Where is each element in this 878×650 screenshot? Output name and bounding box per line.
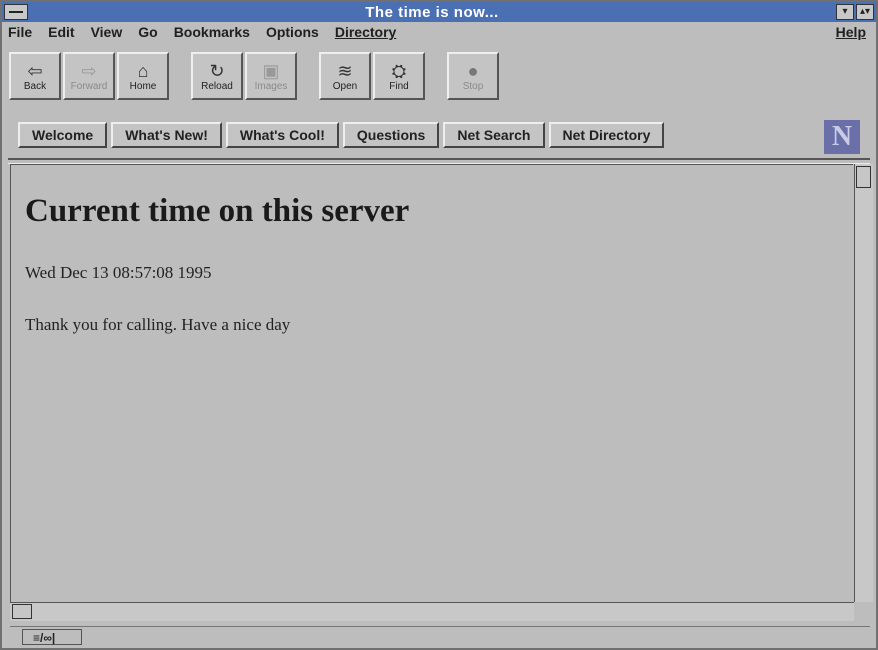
stop-label: Stop bbox=[462, 80, 484, 92]
thank-you-text: Thank you for calling. Have a nice day bbox=[25, 315, 291, 334]
window-title: The time is now... bbox=[365, 3, 499, 21]
menu-bookmarks[interactable]: Bookmarks bbox=[174, 24, 250, 40]
horizontal-scroll-thumb[interactable] bbox=[12, 604, 32, 619]
toolbar: ⇦ Back ⇨ Forward ⌂ Home ↻ Reload ▣ Image… bbox=[8, 44, 500, 114]
whats-cool-button[interactable]: What's Cool! bbox=[225, 122, 339, 148]
minimize-icon[interactable]: ▾ bbox=[836, 4, 854, 20]
menu-directory[interactable]: Directory bbox=[335, 24, 396, 40]
directory-buttons-bar: Welcome What's New! What's Cool! Questio… bbox=[18, 122, 668, 148]
vertical-scrollbar[interactable] bbox=[854, 164, 873, 602]
menu-bar: File Edit View Go Bookmarks Options Dire… bbox=[2, 22, 876, 42]
open-icon: ≋ bbox=[337, 60, 353, 81]
questions-button[interactable]: Questions bbox=[342, 122, 440, 148]
reload-icon: ↻ bbox=[209, 60, 225, 81]
net-directory-button[interactable]: Net Directory bbox=[548, 122, 665, 148]
open-label: Open bbox=[332, 80, 358, 92]
menu-options[interactable]: Options bbox=[266, 24, 319, 40]
forward-arrow-icon: ⇨ bbox=[81, 60, 97, 81]
page-content: Current time on this server Wed Dec 13 0… bbox=[10, 164, 853, 603]
back-arrow-icon: ⇦ bbox=[27, 60, 43, 81]
reload-button[interactable]: ↻ Reload bbox=[191, 52, 243, 100]
netscape-logo-icon: N bbox=[824, 120, 860, 154]
binoculars-icon: ⛭ bbox=[391, 60, 407, 81]
menu-file[interactable]: File bbox=[8, 24, 32, 40]
reload-label: Reload bbox=[201, 80, 233, 92]
vertical-scroll-thumb[interactable] bbox=[856, 166, 871, 188]
find-label: Find bbox=[389, 80, 409, 92]
maximize-icon[interactable]: ▴▾ bbox=[856, 4, 874, 20]
images-icon: ▣ bbox=[262, 60, 280, 81]
welcome-button[interactable]: Welcome bbox=[18, 122, 108, 148]
back-button[interactable]: ⇦ Back bbox=[9, 52, 61, 100]
menu-view[interactable]: View bbox=[91, 24, 123, 40]
open-button[interactable]: ≋ Open bbox=[319, 52, 371, 100]
images-button[interactable]: ▣ Images bbox=[245, 52, 297, 100]
browser-window: The time is now... ▾ ▴▾ File Edit View G… bbox=[0, 0, 878, 650]
back-label: Back bbox=[23, 80, 47, 92]
net-search-button[interactable]: Net Search bbox=[443, 122, 545, 148]
images-label: Images bbox=[254, 80, 288, 92]
menu-help[interactable]: Help bbox=[836, 24, 866, 40]
home-label: Home bbox=[129, 80, 157, 92]
stop-icon: ● bbox=[467, 60, 479, 81]
forward-label: Forward bbox=[70, 80, 108, 92]
home-icon: ⌂ bbox=[137, 60, 149, 81]
find-button[interactable]: ⛭ Find bbox=[373, 52, 425, 100]
page-heading: Current time on this server bbox=[25, 193, 410, 229]
home-button[interactable]: ⌂ Home bbox=[117, 52, 169, 100]
menu-edit[interactable]: Edit bbox=[48, 24, 74, 40]
status-bar: ≡/∞| bbox=[10, 626, 870, 647]
system-menu-icon[interactable] bbox=[4, 4, 28, 20]
forward-button[interactable]: ⇨ Forward bbox=[63, 52, 115, 100]
security-key-icon: ≡/∞| bbox=[22, 629, 82, 645]
menu-go[interactable]: Go bbox=[138, 24, 157, 40]
title-bar: The time is now... ▾ ▴▾ bbox=[2, 2, 876, 22]
server-time-text: Wed Dec 13 08:57:08 1995 bbox=[25, 263, 212, 282]
whats-new-button[interactable]: What's New! bbox=[111, 122, 222, 148]
horizontal-scrollbar[interactable] bbox=[10, 602, 854, 621]
stop-button[interactable]: ● Stop bbox=[447, 52, 499, 100]
